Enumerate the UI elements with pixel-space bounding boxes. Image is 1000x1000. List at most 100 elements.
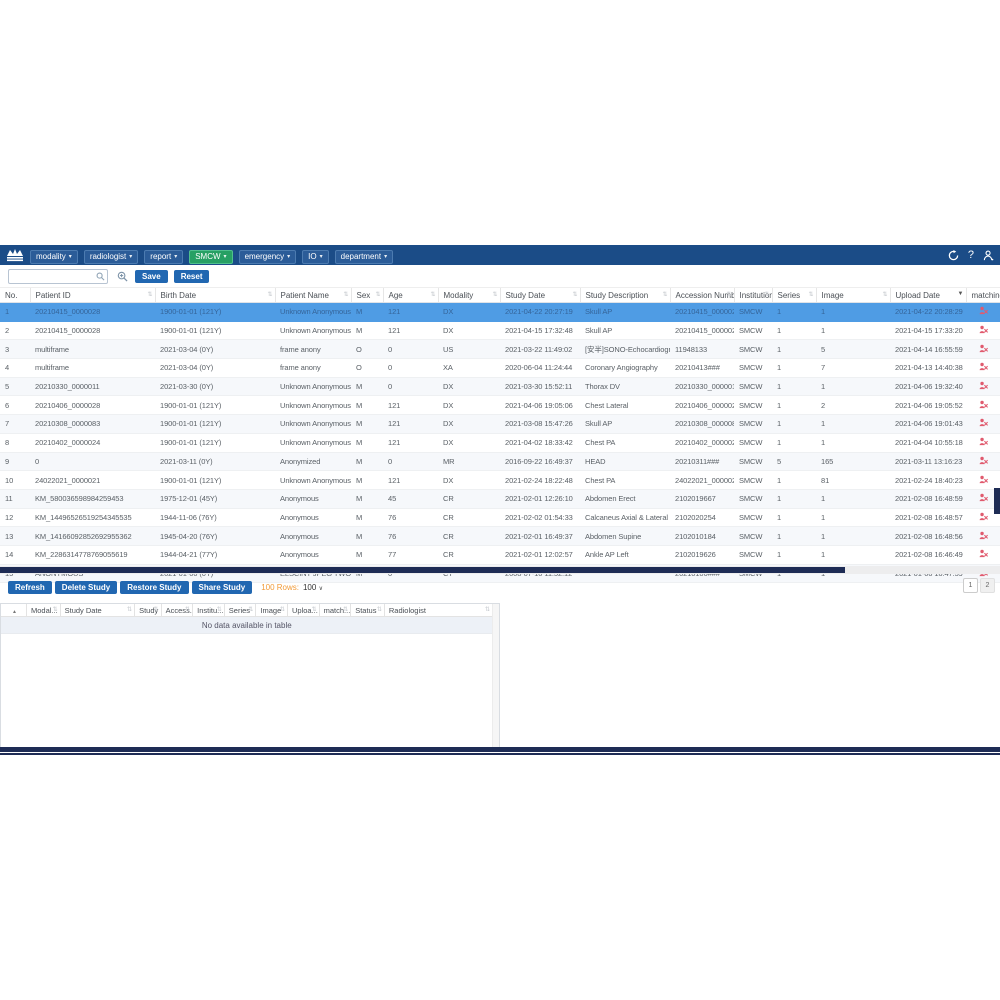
cell-age: 0: [383, 359, 438, 378]
no-match-icon[interactable]: [979, 362, 988, 371]
no-match-icon[interactable]: [979, 418, 988, 427]
cell-upload-date: 2021-04-13 14:40:38: [890, 359, 966, 378]
column-header-patient-name[interactable]: Patient Name⇅: [275, 288, 351, 303]
vertical-scrollbar-thumb[interactable]: [994, 488, 1000, 514]
cell-birth-date: 2021-03-04 (0Y): [155, 359, 275, 378]
save-button[interactable]: Save: [135, 270, 168, 283]
study-row[interactable]: 3multiframe2021-03-04 (0Y)frame anonyO0U…: [0, 340, 1000, 359]
no-match-icon[interactable]: [979, 549, 988, 558]
cell-image: 1: [816, 303, 890, 322]
nav-item-radiologist[interactable]: radiologist▾: [84, 250, 138, 264]
cell-patient-id: 20210308_0000083: [30, 415, 155, 434]
column-header-study-date[interactable]: Study Date⇅: [500, 288, 580, 303]
sort-asc-icon: ▲: [12, 609, 17, 615]
search-input[interactable]: [9, 271, 96, 282]
study-row[interactable]: 120210415_00000281900-01-01 (121Y)Unknow…: [0, 303, 1000, 322]
assign-column-header-sort[interactable]: ▲: [1, 604, 26, 617]
column-header-upload-date[interactable]: Upload Date▼: [890, 288, 966, 303]
study-row[interactable]: 220210415_00000281900-01-01 (121Y)Unknow…: [0, 321, 1000, 340]
cell-series: 1: [772, 489, 816, 508]
assign-column-header-institu[interactable]: Institu...⇅: [193, 604, 225, 617]
column-header-image[interactable]: Image⇅: [816, 288, 890, 303]
delete-study-button[interactable]: Delete Study: [55, 581, 117, 594]
no-match-icon[interactable]: [979, 306, 988, 315]
study-row[interactable]: 820210402_00000241900-01-01 (121Y)Unknow…: [0, 433, 1000, 452]
study-row[interactable]: 1024022021_00000211900-01-01 (121Y)Unkno…: [0, 471, 1000, 490]
study-row[interactable]: 4multiframe2021-03-04 (0Y)frame anonyO0X…: [0, 359, 1000, 378]
study-row[interactable]: 11KM_5800365989842594531975-12-01 (45Y)A…: [0, 489, 1000, 508]
cell-birth-date: 1900-01-01 (121Y): [155, 321, 275, 340]
assign-column-header-image[interactable]: Image⇅: [256, 604, 288, 617]
no-match-icon[interactable]: [979, 325, 988, 334]
study-row[interactable]: 12KM_144965265192543455351944-11-06 (76Y…: [0, 508, 1000, 527]
study-row[interactable]: 520210330_00000112021-03-30 (0Y)Unknown …: [0, 377, 1000, 396]
cell-institution: SMCW: [734, 545, 772, 564]
column-header-series[interactable]: Series⇅: [772, 288, 816, 303]
cell-modality: DX: [438, 433, 500, 452]
horizontal-scrollbar[interactable]: [0, 566, 1000, 574]
no-match-icon[interactable]: [979, 381, 988, 390]
assign-column-header-study[interactable]: Study ...⇅: [135, 604, 162, 617]
study-row[interactable]: 13KM_141660928526929553621945-04-20 (76Y…: [0, 527, 1000, 546]
column-header-accession-number[interactable]: Accession Number⇅: [670, 288, 734, 303]
no-match-icon[interactable]: [979, 512, 988, 521]
refresh-button[interactable]: Refresh: [8, 581, 52, 594]
no-match-icon[interactable]: [979, 493, 988, 502]
page-button-1[interactable]: 1: [963, 578, 978, 593]
cell-image: 1: [816, 508, 890, 527]
assign-column-header-uploa[interactable]: Uploa...⇅: [288, 604, 320, 617]
column-label: Series: [229, 606, 250, 615]
share-study-button[interactable]: Share Study: [192, 581, 253, 594]
horizontal-scrollbar-thumb[interactable]: [0, 567, 845, 573]
cell-no: 6: [0, 396, 30, 415]
no-match-icon[interactable]: [979, 456, 988, 465]
cell-accession-number: 2102019626: [670, 545, 734, 564]
assign-column-header-modal[interactable]: Modal...⇅: [26, 604, 60, 617]
user-settings-icon[interactable]: [983, 250, 994, 261]
column-header-study-description[interactable]: Study Description⇅: [580, 288, 670, 303]
no-match-icon[interactable]: [979, 437, 988, 446]
column-header-age[interactable]: Age⇅: [383, 288, 438, 303]
no-match-icon[interactable]: [979, 475, 988, 484]
study-row[interactable]: 14KM_22863147787690556191944-04-21 (77Y)…: [0, 545, 1000, 564]
rows-per-page-select[interactable]: 100 ∨: [303, 583, 323, 592]
restore-study-button[interactable]: Restore Study: [120, 581, 188, 594]
study-row[interactable]: 620210406_00000281900-01-01 (121Y)Unknow…: [0, 396, 1000, 415]
nav-item-smcw[interactable]: SMCW▾: [189, 250, 232, 264]
page-button-2[interactable]: 2: [980, 578, 995, 593]
column-header-patient-id[interactable]: Patient ID⇅: [30, 288, 155, 303]
nav-item-department[interactable]: department▾: [335, 250, 393, 264]
assign-column-header-radiologist[interactable]: Radiologist⇅: [384, 604, 492, 617]
column-header-institution[interactable]: Institution⇅: [734, 288, 772, 303]
cell-institution: SMCW: [734, 527, 772, 546]
assignment-scrollbar[interactable]: [492, 604, 499, 747]
cell-series: 1: [772, 527, 816, 546]
assign-column-header-match[interactable]: match...⇅: [319, 604, 351, 617]
no-match-icon[interactable]: [979, 531, 988, 540]
assign-column-header-access[interactable]: Access...⇅: [161, 604, 193, 617]
help-icon[interactable]: ?: [968, 250, 974, 261]
assign-column-header-series[interactable]: Series⇅: [224, 604, 256, 617]
column-header-sex[interactable]: Sex⇅: [351, 288, 383, 303]
nav-item-report[interactable]: report▾: [144, 250, 183, 264]
nav-item-io[interactable]: IO▾: [302, 250, 328, 264]
column-header-modality[interactable]: Modality⇅: [438, 288, 500, 303]
column-label: Accession Number: [676, 291, 735, 300]
column-header-birth-date[interactable]: Birth Date⇅: [155, 288, 275, 303]
no-match-icon[interactable]: [979, 344, 988, 353]
cell-no: 12: [0, 508, 30, 527]
assign-column-header-study-date[interactable]: Study Date⇅: [60, 604, 134, 617]
nav-item-modality[interactable]: modality▾: [30, 250, 78, 264]
study-row[interactable]: 720210308_00000831900-01-01 (121Y)Unknow…: [0, 415, 1000, 434]
reset-button[interactable]: Reset: [174, 270, 210, 283]
assignment-panel: ▲ Modal...⇅Study Date⇅Study ...⇅Access...…: [0, 603, 500, 748]
refresh-icon[interactable]: [948, 250, 959, 261]
column-label: matching: [972, 291, 1000, 300]
study-row[interactable]: 902021-03-11 (0Y)AnonymizedM0MR2016-09-2…: [0, 452, 1000, 471]
advanced-search-icon[interactable]: [117, 271, 128, 282]
assign-column-header-status[interactable]: Status⇅: [351, 604, 385, 617]
no-match-icon[interactable]: [979, 400, 988, 409]
cell-study-description: Coronary Angiography: [580, 359, 670, 378]
empty-table-message: No data available in table: [1, 617, 493, 634]
nav-item-emergency[interactable]: emergency▾: [239, 250, 297, 264]
